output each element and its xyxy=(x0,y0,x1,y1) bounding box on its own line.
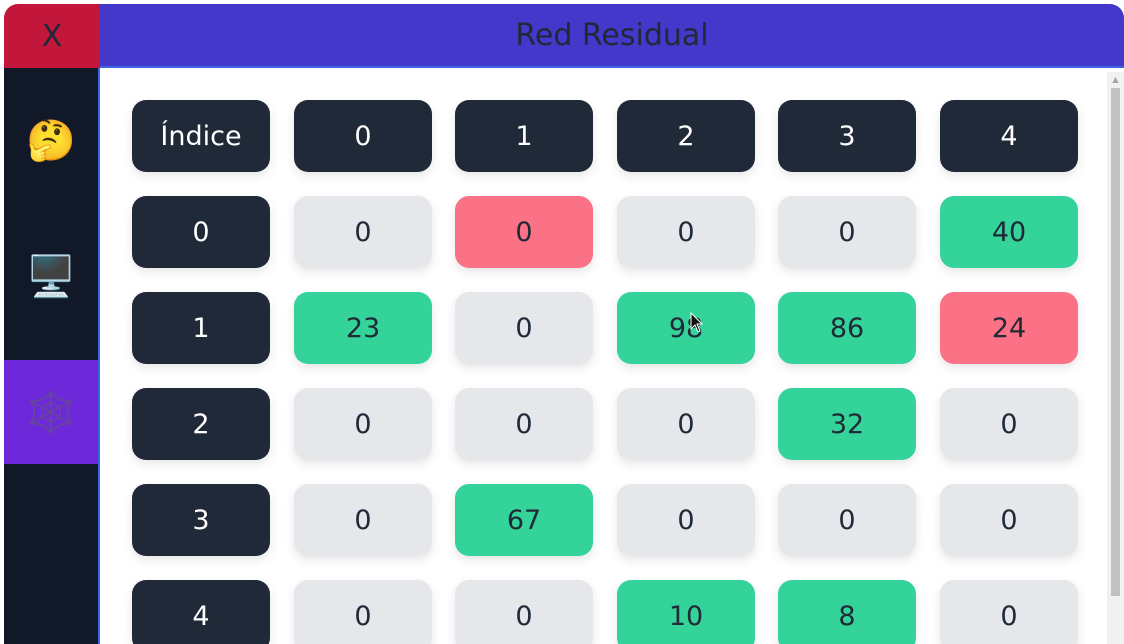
matrix-cell[interactable]: 0 xyxy=(294,580,432,644)
spider-web-icon: 🕸️ xyxy=(26,389,76,436)
scroll-up-arrow-icon[interactable]: ▲ xyxy=(1107,72,1124,86)
matrix-cell[interactable]: 0 xyxy=(940,388,1078,460)
sidebar-item-network[interactable]: 🕸️ xyxy=(4,360,98,464)
matrix-cell[interactable]: 0 xyxy=(617,196,755,268)
row-header-cell: 2 xyxy=(132,388,270,460)
mouse-cursor-icon xyxy=(690,312,704,333)
row-header-cell: 4 xyxy=(132,580,270,644)
matrix-cell[interactable]: 0 xyxy=(778,484,916,556)
column-header-cell: 4 xyxy=(940,100,1078,172)
matrix-cell[interactable]: 32 xyxy=(778,388,916,460)
matrix-cell[interactable]: 40 xyxy=(940,196,1078,268)
matrix-cell[interactable]: 0 xyxy=(940,580,1078,644)
matrix-cell[interactable]: 0 xyxy=(617,484,755,556)
scroll-thumb[interactable] xyxy=(1111,88,1120,596)
matrix-cell[interactable]: 0 xyxy=(455,292,593,364)
app-window: X Red Residual 🤔 🖥️ 🕸️ Índice 0 1 2 3 4 0 0 0 0 0 4… xyxy=(4,4,1124,644)
column-header-cell: 3 xyxy=(778,100,916,172)
matrix-cell[interactable]: 0 xyxy=(455,580,593,644)
matrix-cell[interactable]: 0 xyxy=(455,388,593,460)
row-header-cell: 0 xyxy=(132,196,270,268)
matrix-cell[interactable]: 0 xyxy=(617,388,755,460)
column-header-cell: 1 xyxy=(455,100,593,172)
row-header-cell: 1 xyxy=(132,292,270,364)
thinking-face-icon: 🤔 xyxy=(26,117,76,164)
matrix-cell[interactable]: 24 xyxy=(940,292,1078,364)
title-bar: Red Residual xyxy=(100,4,1124,68)
matrix-cell[interactable]: 0 xyxy=(778,196,916,268)
close-button[interactable]: X xyxy=(4,4,100,68)
matrix-cell[interactable]: 0 xyxy=(294,196,432,268)
index-header-cell: Índice xyxy=(132,100,270,172)
sidebar-item-computer[interactable]: 🖥️ xyxy=(4,224,98,328)
sidebar-item-thinking[interactable]: 🤔 xyxy=(4,88,98,192)
matrix-cell[interactable]: 86 xyxy=(778,292,916,364)
residual-matrix-panel: Índice 0 1 2 3 4 0 0 0 0 0 40 1 23 0 98 86 24 2 0 0 0 32 0 3 0 67 0… xyxy=(100,68,1124,644)
column-header-cell: 2 xyxy=(617,100,755,172)
vertical-scrollbar[interactable]: ▲ xyxy=(1107,72,1124,644)
matrix-cell[interactable]: 0 xyxy=(294,484,432,556)
matrix-cell[interactable]: 10 xyxy=(617,580,755,644)
column-header-cell: 0 xyxy=(294,100,432,172)
sidebar: 🤔 🖥️ 🕸️ xyxy=(4,68,100,644)
desktop-computer-icon: 🖥️ xyxy=(26,253,76,300)
matrix-cell[interactable]: 0 xyxy=(455,196,593,268)
matrix-cell[interactable]: 0 xyxy=(294,388,432,460)
matrix-cell[interactable]: 67 xyxy=(455,484,593,556)
matrix-cell[interactable]: 8 xyxy=(778,580,916,644)
matrix-cell[interactable]: 0 xyxy=(940,484,1078,556)
row-header-cell: 3 xyxy=(132,484,270,556)
window-title: Red Residual xyxy=(515,17,709,53)
matrix-cell[interactable]: 98 xyxy=(617,292,755,364)
matrix-cell[interactable]: 23 xyxy=(294,292,432,364)
